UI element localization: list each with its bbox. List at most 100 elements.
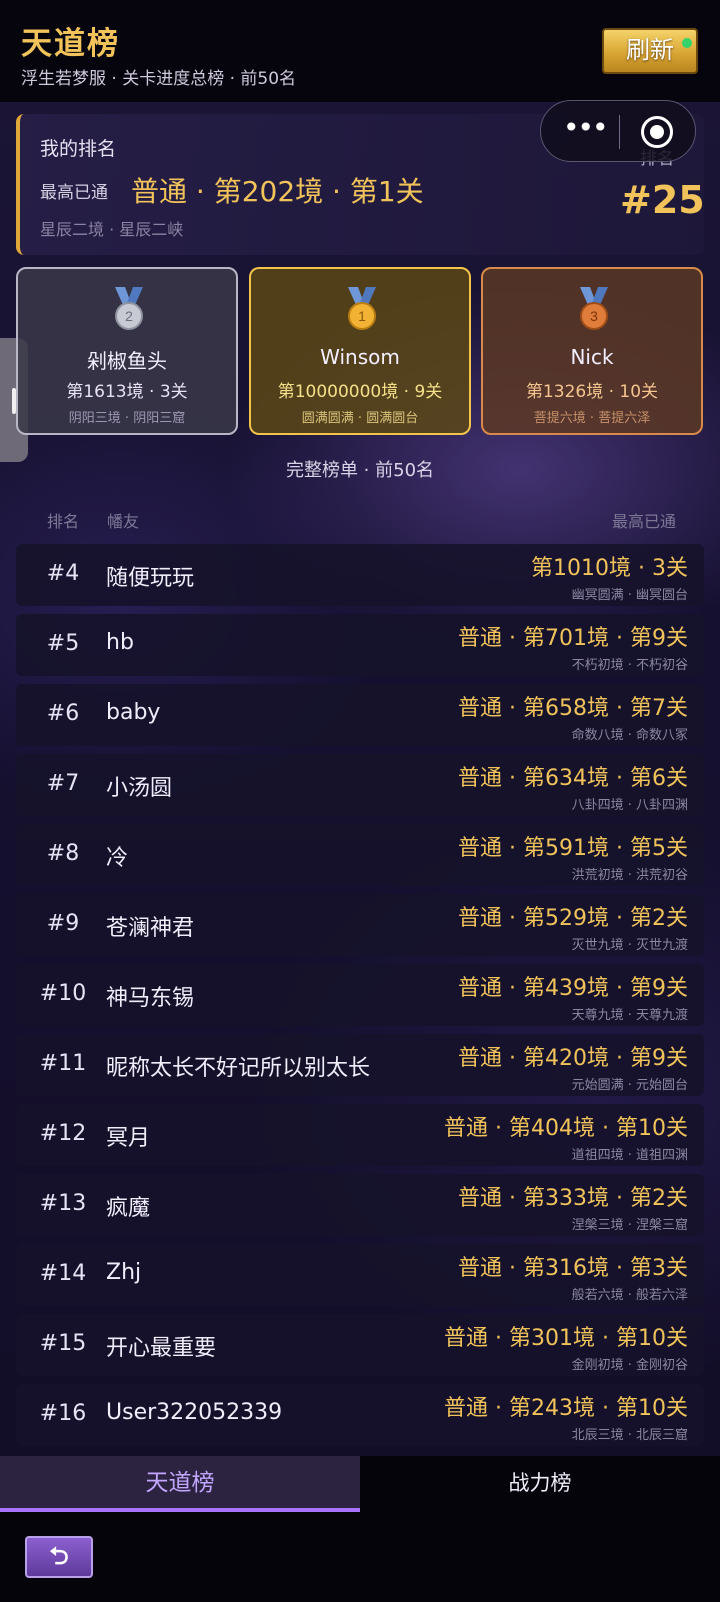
row-name: 小汤圆 bbox=[106, 776, 173, 801]
row-rank: #4 bbox=[46, 561, 80, 586]
back-arrow-icon: ⮌ bbox=[49, 1542, 69, 1570]
table-row[interactable]: #6 baby 普通 · 第658境 · 第7关 命数八境 · 命数八冢 bbox=[16, 684, 704, 746]
row-stage: 第1010境 · 3关 bbox=[531, 556, 688, 581]
tab-power[interactable]: 战力榜 bbox=[360, 1456, 720, 1512]
table-row[interactable]: #13 疯魔 普通 · 第333境 · 第2关 涅槃三境 · 涅槃三窟 bbox=[16, 1174, 704, 1236]
row-stage: 普通 · 第591境 · 第5关 bbox=[458, 836, 688, 861]
podium-card-first[interactable]: 1 Winsom 第10000000境 · 9关 圆满圆满 · 圆满圆台 bbox=[249, 267, 471, 435]
row-realm: 命数八境 · 命数八冢 bbox=[571, 728, 688, 743]
row-name: 神马东锡 bbox=[106, 986, 195, 1011]
footer-bar bbox=[0, 1514, 720, 1602]
row-realm: 天尊九境 · 天尊九渡 bbox=[571, 1008, 688, 1023]
miniprogram-capsule: ••• bbox=[540, 100, 696, 162]
table-row[interactable]: #8 冷 普通 · 第591境 · 第5关 洪荒初境 · 洪荒初谷 bbox=[16, 824, 704, 886]
tab-tiandao[interactable]: 天道榜 bbox=[0, 1456, 360, 1512]
row-rank: #7 bbox=[46, 771, 80, 796]
capsule-divider bbox=[619, 115, 620, 149]
row-name: 冥月 bbox=[106, 1126, 151, 1151]
row-name: Zhj bbox=[106, 1260, 142, 1285]
row-name: hb bbox=[106, 630, 134, 655]
tab-active-indicator bbox=[0, 1508, 360, 1512]
my-rank-label: 我的排名 bbox=[40, 138, 117, 160]
target-icon[interactable] bbox=[641, 116, 673, 148]
table-row[interactable]: #15 开心最重要 普通 · 第301境 · 第10关 金刚初境 · 金刚初谷 bbox=[16, 1314, 704, 1376]
row-realm: 涅槃三境 · 涅槃三窟 bbox=[571, 1218, 688, 1233]
row-name: 昵称太长不好记所以别太长 bbox=[106, 1056, 371, 1081]
my-realm: 星辰二境 · 星辰二峡 bbox=[40, 220, 184, 239]
podium-stage: 第1326境 · 10关 bbox=[525, 382, 659, 402]
row-rank: #8 bbox=[46, 841, 80, 866]
more-dots-icon[interactable]: ••• bbox=[563, 114, 609, 145]
svg-text:3: 3 bbox=[590, 308, 598, 324]
gold-medal-icon: 1 bbox=[348, 287, 376, 330]
row-stage: 普通 · 第333境 · 第2关 bbox=[458, 1186, 688, 1211]
row-realm: 灭世九境 · 灭世九渡 bbox=[571, 938, 688, 953]
row-rank: #12 bbox=[39, 1121, 87, 1146]
row-stage: 普通 · 第420境 · 第9关 bbox=[458, 1046, 688, 1071]
row-realm: 北辰三境 · 北辰三窟 bbox=[571, 1428, 688, 1443]
table-row[interactable]: #12 冥月 普通 · 第404境 · 第10关 道祖四境 · 道祖四渊 bbox=[16, 1104, 704, 1166]
row-realm: 道祖四境 · 道祖四渊 bbox=[571, 1148, 688, 1163]
podium-stage: 第10000000境 · 9关 bbox=[277, 382, 443, 402]
svg-text:1: 1 bbox=[358, 308, 366, 324]
row-stage: 普通 · 第658境 · 第7关 bbox=[458, 696, 688, 721]
row-rank: #15 bbox=[39, 1331, 87, 1356]
podium-realm: 阴阳三境 · 阴阳三窟 bbox=[68, 411, 186, 426]
row-rank: #5 bbox=[46, 631, 80, 656]
silver-medal-icon: 2 bbox=[115, 287, 143, 330]
row-name: baby bbox=[106, 700, 161, 725]
svg-text:2: 2 bbox=[125, 308, 133, 324]
status-dot bbox=[682, 38, 692, 48]
row-realm: 八卦四境 · 八卦四渊 bbox=[571, 798, 688, 813]
row-stage: 普通 · 第243境 · 第10关 bbox=[444, 1396, 688, 1421]
row-rank: #11 bbox=[39, 1051, 87, 1076]
row-stage: 普通 · 第404境 · 第10关 bbox=[444, 1116, 688, 1141]
podium-card-second[interactable]: 2 剁椒鱼头 第1613境 · 3关 阴阳三境 · 阴阳三窟 bbox=[16, 267, 238, 435]
bronze-medal-icon: 3 bbox=[580, 287, 608, 330]
table-row[interactable]: #4 随便玩玩 第1010境 · 3关 幽冥圆满 · 幽冥圆台 bbox=[16, 544, 704, 606]
podium-card-third[interactable]: 3 Nick 第1326境 · 10关 菩提六境 · 菩提六泽 bbox=[481, 267, 703, 435]
my-rank-position: #25 bbox=[620, 178, 705, 222]
my-best-label: 最高已通 bbox=[40, 183, 108, 203]
back-button[interactable]: ⮌ bbox=[25, 1536, 93, 1578]
table-row[interactable]: #16 User322052339 普通 · 第243境 · 第10关 北辰三境… bbox=[16, 1384, 704, 1446]
podium-name: 剁椒鱼头 bbox=[87, 349, 167, 373]
table-row[interactable]: #11 昵称太长不好记所以别太长 普通 · 第420境 · 第9关 元始圆满 ·… bbox=[16, 1034, 704, 1096]
row-stage: 普通 · 第439境 · 第9关 bbox=[458, 976, 688, 1001]
row-name: 苍澜神君 bbox=[106, 916, 195, 941]
podium-name: Nick bbox=[570, 345, 614, 369]
row-name: 疯魔 bbox=[106, 1196, 151, 1221]
podium-realm: 圆满圆满 · 圆满圆台 bbox=[301, 411, 419, 426]
row-stage: 普通 · 第316境 · 第3关 bbox=[458, 1256, 688, 1281]
table-row[interactable]: #14 Zhj 普通 · 第316境 · 第3关 般若六境 · 般若六泽 bbox=[16, 1244, 704, 1306]
row-realm: 般若六境 · 般若六泽 bbox=[571, 1288, 688, 1303]
table-row[interactable]: #10 神马东锡 普通 · 第439境 · 第9关 天尊九境 · 天尊九渡 bbox=[16, 964, 704, 1026]
refresh-button[interactable]: 刷新 bbox=[602, 28, 698, 74]
column-header-name: 幡友 bbox=[107, 512, 140, 531]
row-stage: 普通 · 第529境 · 第2关 bbox=[458, 906, 688, 931]
list-title: 完整榜单 · 前50名 bbox=[285, 460, 435, 481]
table-row[interactable]: #9 苍澜神君 普通 · 第529境 · 第2关 灭世九境 · 灭世九渡 bbox=[16, 894, 704, 956]
row-stage: 普通 · 第634境 · 第6关 bbox=[458, 766, 688, 791]
row-rank: #10 bbox=[39, 981, 87, 1006]
row-name: User322052339 bbox=[106, 1400, 283, 1425]
row-realm: 金刚初境 · 金刚初谷 bbox=[571, 1358, 688, 1373]
row-realm: 幽冥圆满 · 幽冥圆台 bbox=[571, 588, 688, 603]
column-header-rank: 排名 bbox=[47, 512, 80, 531]
refresh-button-label: 刷新 bbox=[626, 36, 674, 64]
podium-stage: 第1613境 · 3关 bbox=[66, 382, 188, 402]
row-rank: #9 bbox=[46, 911, 80, 936]
row-realm: 元始圆满 · 元始圆台 bbox=[571, 1078, 688, 1093]
podium-realm: 菩提六境 · 菩提六泽 bbox=[533, 411, 651, 426]
row-stage: 普通 · 第701境 · 第9关 bbox=[458, 626, 688, 651]
row-name: 随便玩玩 bbox=[106, 566, 195, 591]
row-stage: 普通 · 第301境 · 第10关 bbox=[444, 1326, 688, 1351]
my-best-value: 普通 · 第202境 · 第1关 bbox=[131, 175, 424, 208]
table-row[interactable]: #7 小汤圆 普通 · 第634境 · 第6关 八卦四境 · 八卦四渊 bbox=[16, 754, 704, 816]
row-name: 开心最重要 bbox=[106, 1336, 217, 1361]
page-title: 天道榜 bbox=[21, 26, 120, 62]
row-realm: 不朽初境 · 不朽初谷 bbox=[571, 658, 688, 673]
row-name: 冷 bbox=[106, 846, 129, 871]
table-row[interactable]: #5 hb 普通 · 第701境 · 第9关 不朽初境 · 不朽初谷 bbox=[16, 614, 704, 676]
row-rank: #6 bbox=[46, 701, 80, 726]
